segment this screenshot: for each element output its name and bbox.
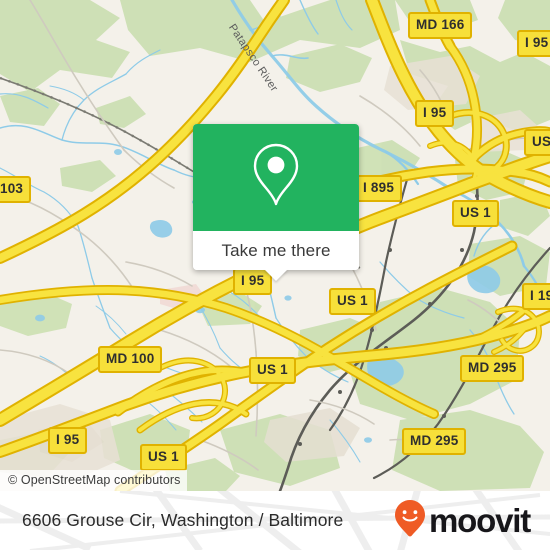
map-canvas[interactable]: Patapsco River MD 166I 95I 95US 1103I 89…: [0, 0, 550, 491]
highway-shield: I 95: [48, 427, 88, 454]
take-me-there-label: Take me there: [221, 240, 331, 260]
footer-bar: 6606 Grouse Cir, Washington / Baltimore …: [0, 491, 550, 550]
map-screenshot: Patapsco River MD 166I 95I 95US 1103I 89…: [0, 0, 550, 550]
highway-shield: 103: [0, 176, 32, 203]
highway-shield: I 895: [355, 175, 403, 202]
callout-pin-area: [193, 124, 359, 231]
moovit-smiley-pin-icon: [393, 498, 427, 543]
highway-shield: MD 295: [402, 428, 467, 455]
highway-shield: MD 166: [408, 12, 473, 39]
highway-shield: US 1: [249, 357, 296, 384]
moovit-logo[interactable]: moovit: [393, 498, 531, 543]
location-address: 6606 Grouse Cir, Washington / Baltimore: [22, 510, 344, 530]
highway-shield: I 95: [415, 100, 455, 127]
highway-shield: US 1: [452, 200, 499, 227]
highway-shield: I 195: [522, 283, 550, 310]
moovit-wordmark: moovit: [429, 502, 531, 539]
location-callout-card[interactable]: Take me there: [193, 124, 359, 281]
highway-shield: US 1: [140, 444, 187, 471]
highway-shield: MD 295: [460, 355, 525, 382]
callout-pointer: [264, 269, 288, 281]
callout-action-area[interactable]: Take me there: [193, 231, 359, 281]
osm-attribution: © OpenStreetMap contributors: [0, 470, 187, 491]
highway-shield: US 1: [524, 129, 550, 156]
map-pin-icon: [248, 140, 304, 215]
highway-shield: I 95: [517, 30, 550, 57]
highway-shield: US 1: [329, 288, 376, 315]
highway-shield: MD 100: [98, 346, 163, 373]
